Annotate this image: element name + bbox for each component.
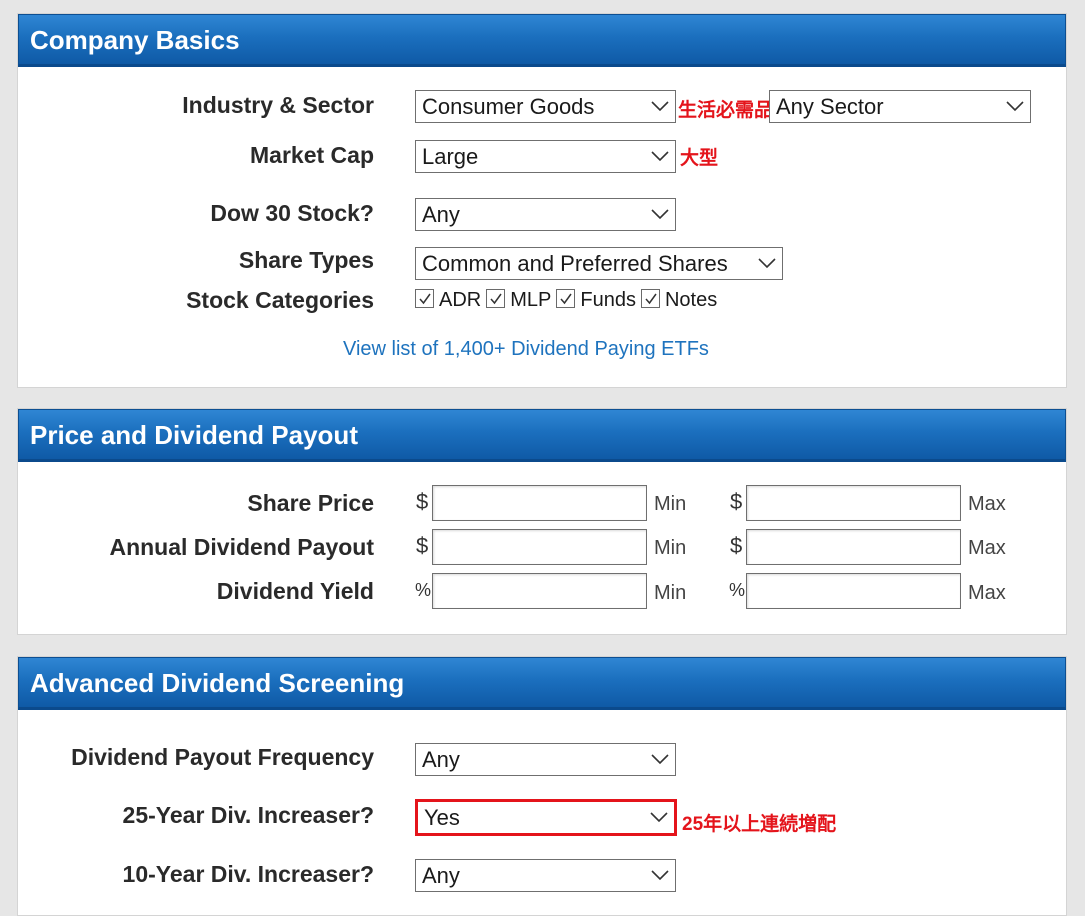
dow30-label: Dow 30 Stock? [210, 200, 374, 226]
dollar-icon: $ [730, 489, 743, 514]
advanced-screening-panel: Advanced Dividend Screening Dividend Pay… [17, 656, 1067, 916]
inc25-select[interactable]: Yes [415, 799, 677, 836]
check-icon [419, 293, 431, 305]
notes-checkbox[interactable] [640, 289, 660, 308]
min-label: Min [654, 537, 687, 559]
share-price-min-input[interactable] [432, 485, 647, 521]
percent-icon: % [415, 580, 432, 600]
inc25-annotation: 25年以上連続増配 [682, 814, 837, 835]
price-payout-panel: Price and Dividend Payout Share Price $ … [17, 408, 1067, 635]
payout-frequency-select-value: Any [422, 747, 460, 772]
industry-sector-label: Industry & Sector [182, 92, 374, 118]
market-cap-select-value: Large [422, 144, 479, 169]
share-price-label: Share Price [247, 490, 374, 516]
chevron-down-icon [651, 754, 669, 765]
max-label: Max [968, 537, 1006, 559]
dividend-yield-label: Dividend Yield [216, 578, 374, 604]
dollar-icon: $ [416, 489, 429, 514]
annual-dividend-max-input[interactable] [746, 529, 961, 565]
industry-select-value: Consumer Goods [422, 94, 595, 119]
inc10-select[interactable]: Any [415, 859, 676, 892]
industry-select[interactable]: Consumer Goods [415, 90, 676, 123]
dividend-yield-max-input[interactable] [746, 573, 961, 609]
chevron-down-icon [1006, 101, 1024, 112]
stock-categories-checkboxes: ADR MLP Funds Notes [415, 289, 722, 312]
inc10-select-value: Any [422, 863, 460, 888]
industry-annotation: 生活必需品 [678, 100, 774, 121]
chevron-down-icon [758, 258, 776, 269]
share-types-select-value: Common and Preferred Shares [422, 251, 728, 276]
share-price-max-input[interactable] [746, 485, 961, 521]
chevron-down-icon [651, 870, 669, 881]
sector-select[interactable]: Any Sector [769, 90, 1031, 123]
company-basics-panel: Company Basics Industry & Sector Consume… [17, 13, 1067, 388]
dow30-select[interactable]: Any [415, 198, 676, 231]
annual-dividend-min-input[interactable] [432, 529, 647, 565]
panel-title: Price and Dividend Payout [18, 409, 1066, 462]
payout-frequency-select[interactable]: Any [415, 743, 676, 776]
funds-checkbox[interactable] [556, 289, 576, 308]
chevron-down-icon [651, 209, 669, 220]
adr-checkbox-label: ADR [439, 289, 482, 311]
check-icon [560, 293, 572, 305]
funds-checkbox-label: Funds [580, 289, 636, 311]
payout-frequency-label: Dividend Payout Frequency [71, 744, 374, 770]
dow30-select-value: Any [422, 202, 460, 227]
max-label: Max [968, 493, 1006, 515]
annual-dividend-label: Annual Dividend Payout [109, 534, 374, 560]
check-icon [645, 293, 657, 305]
min-label: Min [654, 582, 687, 604]
panel-title: Company Basics [18, 14, 1066, 67]
sector-select-value: Any Sector [776, 94, 884, 119]
market-cap-select[interactable]: Large [415, 140, 676, 173]
market-cap-annotation: 大型 [680, 148, 719, 169]
market-cap-label: Market Cap [250, 142, 374, 168]
dollar-icon: $ [730, 533, 743, 558]
panel-title: Advanced Dividend Screening [18, 657, 1066, 710]
adr-checkbox[interactable] [415, 289, 434, 308]
chevron-down-icon [651, 101, 669, 112]
notes-checkbox-label: Notes [664, 289, 718, 311]
inc10-label: 10-Year Div. Increaser? [122, 861, 374, 887]
inc25-label: 25-Year Div. Increaser? [122, 802, 374, 828]
chevron-down-icon [650, 812, 668, 823]
percent-icon: % [729, 580, 746, 600]
chevron-down-icon [651, 151, 669, 162]
dollar-icon: $ [416, 533, 429, 558]
max-label: Max [968, 582, 1006, 604]
dividend-yield-min-input[interactable] [432, 573, 647, 609]
etf-list-link[interactable]: View list of 1,400+ Dividend Paying ETFs [343, 338, 709, 361]
inc25-select-value: Yes [424, 805, 460, 830]
min-label: Min [654, 493, 687, 515]
share-types-label: Share Types [238, 247, 374, 273]
stock-categories-label: Stock Categories [186, 287, 374, 313]
mlp-checkbox-label: MLP [510, 289, 552, 311]
mlp-checkbox[interactable] [486, 289, 506, 308]
share-types-select[interactable]: Common and Preferred Shares [415, 247, 783, 280]
check-icon [490, 293, 502, 305]
